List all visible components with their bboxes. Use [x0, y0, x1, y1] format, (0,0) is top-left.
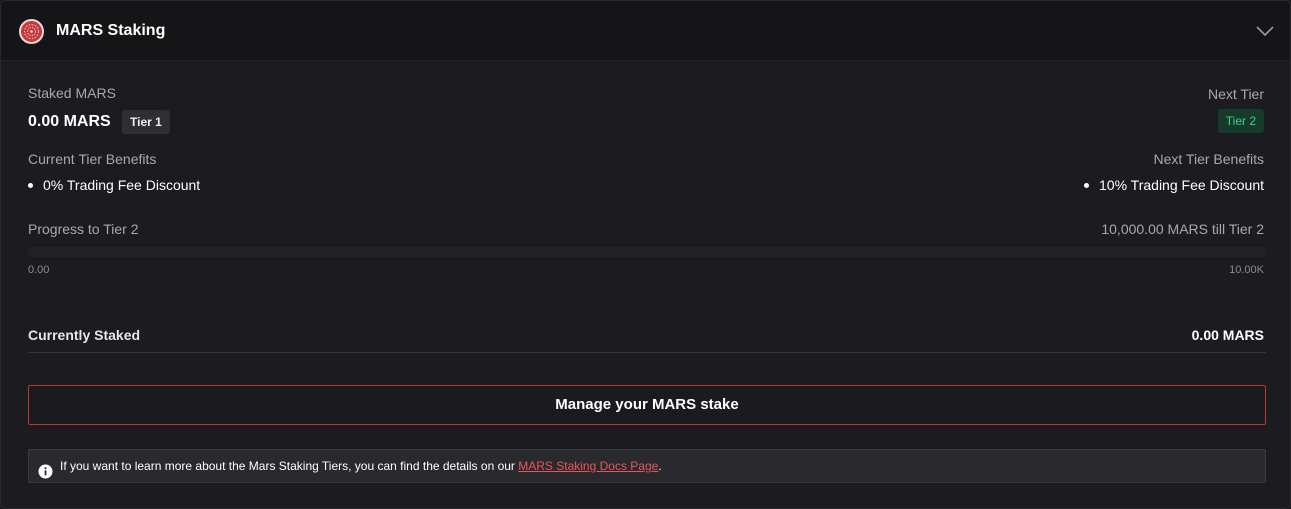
- mars-staking-card: MARS Staking Staked MARS 0.00 MARS Tier …: [0, 0, 1291, 509]
- mars-token-icon: [19, 19, 44, 44]
- manage-stake-button[interactable]: Manage your MARS stake: [28, 385, 1266, 425]
- info-icon: [38, 459, 53, 479]
- card-title: MARS Staking: [56, 22, 166, 39]
- staking-docs-link[interactable]: MARS Staking Docs Page: [518, 459, 658, 473]
- chevron-down-icon[interactable]: [1254, 23, 1276, 39]
- bullet-icon: [1084, 182, 1090, 188]
- info-suffix: .: [658, 459, 662, 473]
- card-header[interactable]: MARS Staking: [1, 1, 1290, 61]
- currently-staked-value: 0.00 MARS: [1191, 327, 1264, 343]
- progress-bar: [28, 247, 1266, 257]
- progress-remaining: 10,000.00 MARS till Tier 2: [1101, 221, 1264, 237]
- progress-max-label: 10.00K: [1229, 264, 1264, 276]
- next-benefit-item: 10% Trading Fee Discount: [1084, 177, 1264, 193]
- next-tier-label: Next Tier: [1207, 86, 1264, 102]
- staked-mars-value: 0.00 MARS: [28, 113, 111, 130]
- next-tier-badge: Tier 2: [1217, 109, 1264, 133]
- info-text: If you want to learn more about the Mars…: [60, 459, 519, 473]
- info-banner: If you want to learn more about the Mars…: [28, 449, 1266, 483]
- progress-min-label: 0.00: [28, 264, 50, 276]
- next-benefit-text: 10% Trading Fee Discount: [1099, 177, 1264, 193]
- currently-staked-label: Currently Staked: [28, 327, 141, 343]
- staked-mars-label: Staked MARS: [28, 85, 116, 101]
- progress-label: Progress to Tier 2: [28, 221, 139, 237]
- current-benefit-text: 0% Trading Fee Discount: [43, 177, 201, 193]
- current-tier-badge: Tier 1: [122, 110, 170, 134]
- next-tier-benefits-label: Next Tier Benefits: [1153, 151, 1265, 167]
- bullet-icon: [28, 182, 33, 188]
- current-tier-benefits-label: Current Tier Benefits: [28, 151, 157, 167]
- divider: [28, 352, 1266, 353]
- current-benefit-item: 0% Trading Fee Discount: [28, 177, 200, 193]
